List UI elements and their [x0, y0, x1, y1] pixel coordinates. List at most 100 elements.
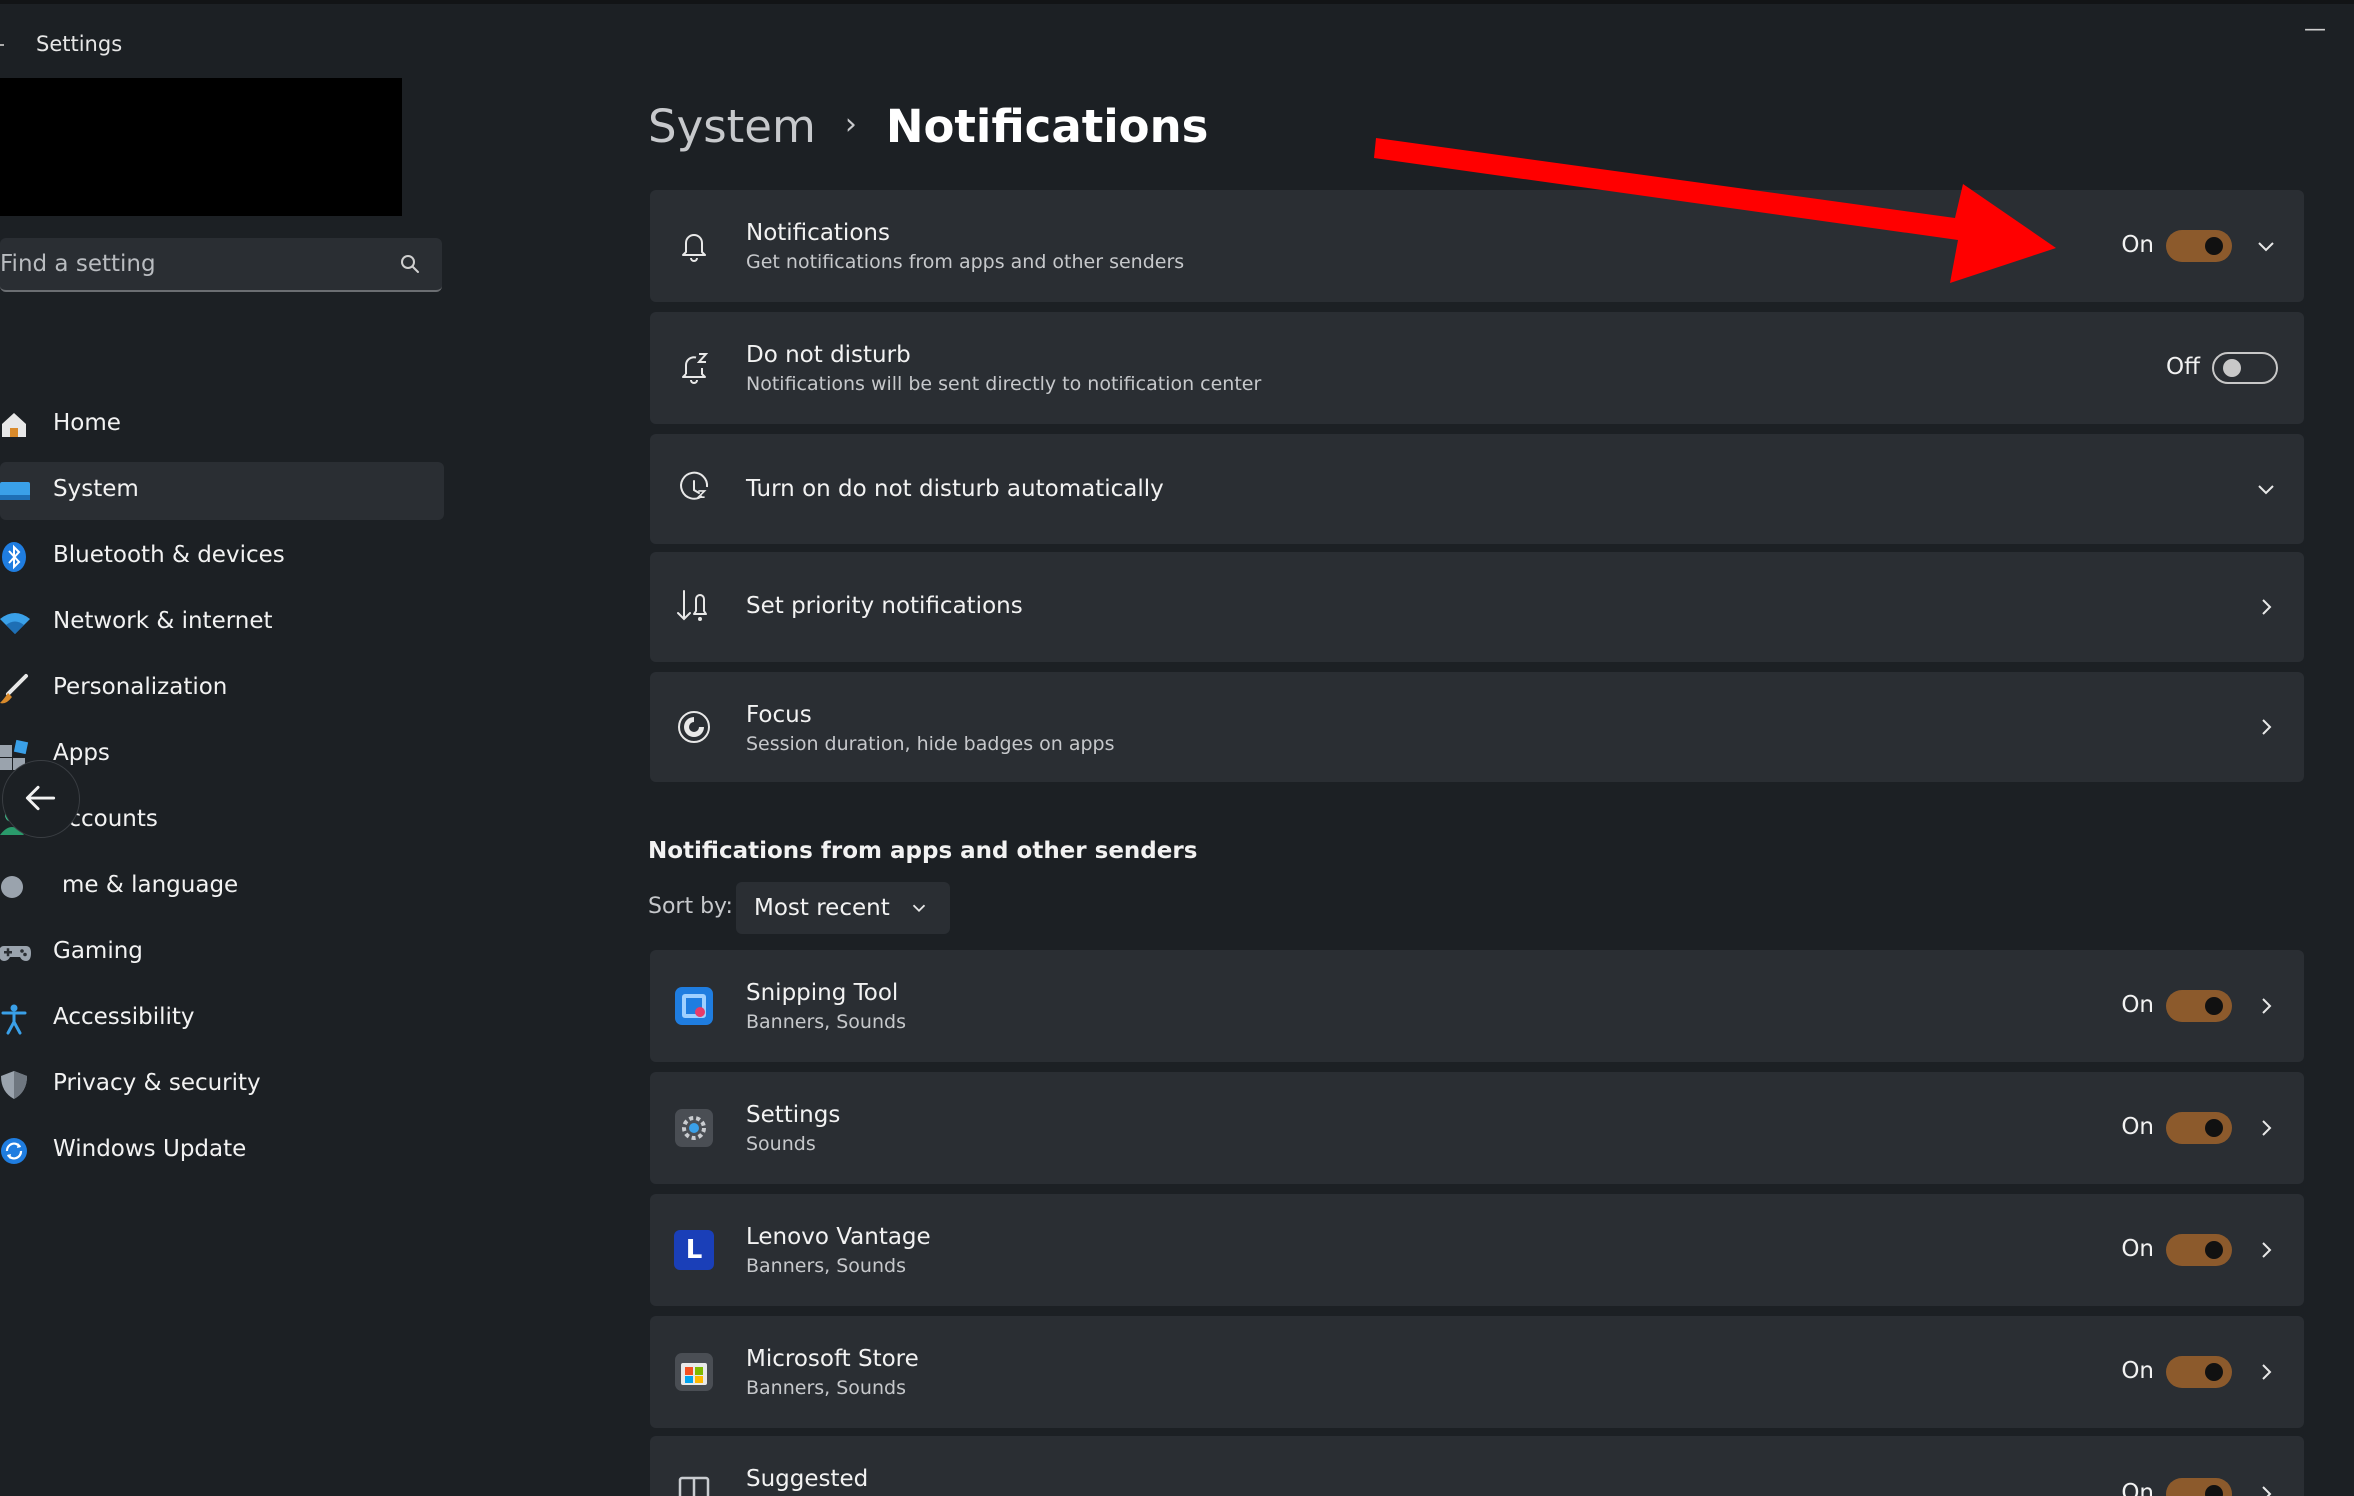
- app-row-microsoft-store[interactable]: Microsoft Store Banners, Sounds On: [650, 1316, 2304, 1428]
- sidebar-item-windows-update[interactable]: Windows Update: [0, 1122, 444, 1180]
- clock-icon: [680, 471, 709, 500]
- dnd-subtitle: Notifications will be sent directly to n…: [746, 373, 1262, 395]
- system-icon: [0, 482, 30, 500]
- app-row-settings[interactable]: Settings Sounds On: [650, 1072, 2304, 1184]
- lenovo-vantage-icon: L: [674, 1230, 714, 1270]
- shield-icon: [1, 1071, 27, 1099]
- app-detail: Sounds: [746, 1133, 816, 1155]
- app-name: Snipping Tool: [746, 980, 899, 1006]
- wifi-icon: [0, 613, 30, 634]
- chevron-down-icon[interactable]: [2254, 234, 2278, 258]
- auto-dnd-setting-card[interactable]: Turn on do not disturb automatically: [650, 434, 2304, 544]
- microsoft-store-icon: [675, 1353, 713, 1391]
- chevron-down-icon: [912, 904, 926, 913]
- search-box[interactable]: [0, 238, 442, 292]
- dnd-setting-card[interactable]: Do not disturb Notifications will be sen…: [650, 312, 2304, 424]
- app-state: On: [2121, 992, 2154, 1018]
- breadcrumb: System › Notifications: [648, 100, 1208, 160]
- toggle-knob: [2223, 359, 2241, 377]
- toggle-knob: [2205, 1241, 2223, 1259]
- toggle-knob: [2205, 1119, 2223, 1137]
- app-state: On: [2121, 1358, 2154, 1384]
- sidebar-item-label: Privacy & security: [53, 1070, 261, 1096]
- toggle-knob: [2205, 237, 2223, 255]
- sidebar-item-label: Accessibility: [53, 1004, 195, 1030]
- breadcrumb-separator: ›: [844, 106, 857, 142]
- notifications-toggle[interactable]: [2166, 230, 2232, 262]
- sidebar-item-accessibility[interactable]: Accessibility: [0, 990, 444, 1048]
- title-bar: Settings —: [0, 4, 2354, 84]
- home-icon: [2, 413, 26, 437]
- app-row-snipping-tool[interactable]: Snipping Tool Banners, Sounds On: [650, 950, 2304, 1062]
- app-detail: Banners, Sounds: [746, 1255, 906, 1277]
- bell-icon: [682, 234, 706, 262]
- chevron-right-icon[interactable]: [2254, 1116, 2278, 1140]
- app-toggle[interactable]: [2166, 990, 2232, 1022]
- sidebar-item-label: Network & internet: [53, 608, 273, 634]
- app-title: Settings: [36, 32, 123, 56]
- toggle-knob: [2205, 1485, 2223, 1496]
- toggle-knob: [2205, 1363, 2223, 1381]
- focus-icon: [678, 711, 710, 743]
- sort-value: Most recent: [754, 895, 890, 921]
- chevron-right-icon[interactable]: [2254, 994, 2278, 1018]
- sidebar-item-network[interactable]: Network & internet: [0, 594, 444, 652]
- sidebar-item-bluetooth[interactable]: Bluetooth & devices: [0, 528, 444, 586]
- sidebar-item-gaming[interactable]: Gaming: [0, 924, 444, 982]
- app-toggle[interactable]: [2166, 1234, 2232, 1266]
- focus-setting-card[interactable]: Focus Session duration, hide badges on a…: [650, 672, 2304, 782]
- app-toggle[interactable]: [2166, 1112, 2232, 1144]
- search-input[interactable]: [0, 238, 380, 290]
- focus-title: Focus: [746, 702, 812, 728]
- suggested-icon: [678, 1476, 710, 1496]
- notifications-state: On: [2121, 232, 2154, 258]
- sidebar-item-time-language[interactable]: me & language: [0, 858, 444, 916]
- app-detail: Banners, Sounds: [746, 1011, 906, 1033]
- bell-snooze-icon: [682, 353, 709, 384]
- chevron-down-icon[interactable]: [2254, 477, 2278, 501]
- priority-icon: [677, 590, 707, 621]
- focus-subtitle: Session duration, hide badges on apps: [746, 733, 1115, 755]
- accessibility-icon: [1, 1004, 27, 1035]
- page-title: Notifications: [885, 100, 1209, 153]
- back-button[interactable]: [2, 760, 80, 838]
- chevron-right-icon[interactable]: [2254, 1238, 2278, 1262]
- dnd-title: Do not disturb: [746, 342, 911, 368]
- sidebar-item-label: System: [53, 476, 139, 502]
- dnd-toggle[interactable]: [2212, 352, 2278, 384]
- chevron-right-icon[interactable]: [2254, 715, 2278, 739]
- sidebar-item-label: Home: [53, 410, 121, 436]
- toggle-knob: [2205, 997, 2223, 1015]
- app-state: On: [2121, 1480, 2154, 1496]
- priority-title: Set priority notifications: [746, 593, 1023, 619]
- chevron-right-icon[interactable]: [2254, 1482, 2278, 1496]
- minimize-button[interactable]: —: [2303, 18, 2327, 42]
- app-row-suggested[interactable]: Suggested On: [650, 1436, 2304, 1496]
- priority-setting-card[interactable]: Set priority notifications: [650, 552, 2304, 662]
- time-language-icon: [1, 876, 23, 898]
- brush-icon: [0, 674, 28, 704]
- sidebar-item-home[interactable]: Home: [0, 396, 444, 454]
- notifications-subtitle: Get notifications from apps and other se…: [746, 251, 1185, 273]
- notifications-setting-card[interactable]: Notifications Get notifications from app…: [650, 190, 2304, 302]
- breadcrumb-parent[interactable]: System: [648, 100, 816, 153]
- search-icon[interactable]: [398, 252, 422, 276]
- chevron-right-icon[interactable]: [2254, 595, 2278, 619]
- apps-section-title: Notifications from apps and other sender…: [648, 838, 1198, 864]
- app-row-lenovo-vantage[interactable]: L Lenovo Vantage Banners, Sounds On: [650, 1194, 2304, 1306]
- chevron-right-icon[interactable]: [2254, 1360, 2278, 1384]
- app-toggle[interactable]: [2166, 1478, 2232, 1496]
- arrow-left-icon: [25, 785, 56, 811]
- sort-dropdown[interactable]: Most recent: [736, 882, 950, 934]
- app-state: On: [2121, 1114, 2154, 1140]
- dnd-state: Off: [2166, 354, 2200, 380]
- app-toggle[interactable]: [2166, 1356, 2232, 1388]
- sort-label: Sort by:: [648, 894, 733, 919]
- settings-gear-icon: [675, 1109, 713, 1147]
- auto-dnd-title: Turn on do not disturb automatically: [746, 476, 1164, 502]
- app-detail: Banners, Sounds: [746, 1377, 906, 1399]
- profile-banner-redacted: [0, 78, 402, 216]
- sidebar-item-system[interactable]: System: [0, 462, 444, 520]
- sidebar-item-personalization[interactable]: Personalization: [0, 660, 444, 718]
- sidebar-item-privacy[interactable]: Privacy & security: [0, 1056, 444, 1114]
